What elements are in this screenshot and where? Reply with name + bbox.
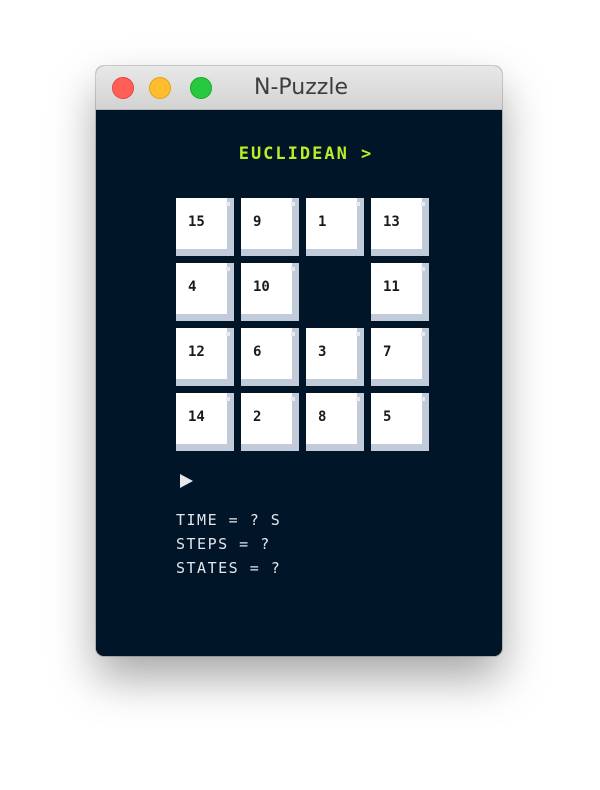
tile-highlight [291,267,295,271]
tile-number: 15 [188,214,205,230]
stats-panel: TIME = ? S STEPS = ? STATES = ? [176,508,281,580]
puzzle-tile[interactable]: 4 [176,263,234,321]
tile-number: 10 [253,279,270,295]
tile-highlight [356,397,360,401]
puzzle-tile[interactable]: 1 [306,198,364,256]
tile-highlight [421,202,425,206]
tile-number: 6 [253,344,262,360]
tile-highlight [226,397,230,401]
tile-highlight [291,332,295,336]
tile-face: 3 [306,328,357,379]
tile-highlight [226,202,230,206]
tile-face: 4 [176,263,227,314]
tile-highlight [291,202,295,206]
puzzle-tile[interactable]: 8 [306,393,364,451]
heuristic-selector[interactable]: EUCLIDEAN > [96,144,502,164]
tile-face: 5 [371,393,422,444]
tile-highlight [226,332,230,336]
tile-face: 10 [241,263,292,314]
states-stat: STATES = ? [176,559,282,577]
tile-number: 7 [383,344,392,360]
tile-number: 2 [253,409,262,425]
puzzle-tile[interactable]: 10 [241,263,299,321]
tile-highlight [356,202,360,206]
puzzle-tile[interactable]: 11 [371,263,429,321]
puzzle-tile[interactable]: 5 [371,393,429,451]
tile-face: 9 [241,198,292,249]
tile-number: 3 [318,344,327,360]
game-area: EUCLIDEAN > 15 9 1 13 4 10 11 12 6 3 7 14 2 8 5 TIME =… [96,110,502,656]
tile-number: 9 [253,214,262,230]
app-window: N-Puzzle EUCLIDEAN > 15 9 1 13 4 10 11 12 6 3 7 14 2… [96,66,502,656]
tile-face: 13 [371,198,422,249]
tile-highlight [421,397,425,401]
puzzle-tile[interactable]: 7 [371,328,429,386]
puzzle-tile[interactable]: 3 [306,328,364,386]
puzzle-tile[interactable]: 6 [241,328,299,386]
puzzle-board: 15 9 1 13 4 10 11 12 6 3 7 14 2 8 5 [176,198,432,454]
tile-number: 13 [383,214,400,230]
tile-highlight [421,332,425,336]
puzzle-tile[interactable]: 15 [176,198,234,256]
puzzle-tile[interactable]: 12 [176,328,234,386]
title-bar[interactable]: N-Puzzle [96,66,502,110]
puzzle-tile[interactable]: 9 [241,198,299,256]
steps-stat: STEPS = ? [176,535,271,553]
puzzle-tile[interactable]: 13 [371,198,429,256]
tile-number: 4 [188,279,197,295]
tile-face: 8 [306,393,357,444]
tile-number: 8 [318,409,327,425]
tile-number: 12 [188,344,205,360]
puzzle-tile[interactable]: 2 [241,393,299,451]
tile-highlight [291,397,295,401]
tile-highlight [421,267,425,271]
tile-highlight [356,332,360,336]
tile-number: 14 [188,409,205,425]
tile-face: 7 [371,328,422,379]
tile-number: 1 [318,214,327,230]
tile-face: 14 [176,393,227,444]
tile-face: 12 [176,328,227,379]
tile-face: 6 [241,328,292,379]
tile-face: 1 [306,198,357,249]
tile-number: 5 [383,409,392,425]
tile-number: 11 [383,279,400,295]
tile-face: 11 [371,263,422,314]
play-icon[interactable] [180,474,193,488]
tile-face: 15 [176,198,227,249]
tile-face: 2 [241,393,292,444]
window-title: N-Puzzle [254,75,348,100]
tile-highlight [226,267,230,271]
puzzle-tile[interactable]: 14 [176,393,234,451]
time-stat: TIME = ? S [176,511,282,529]
